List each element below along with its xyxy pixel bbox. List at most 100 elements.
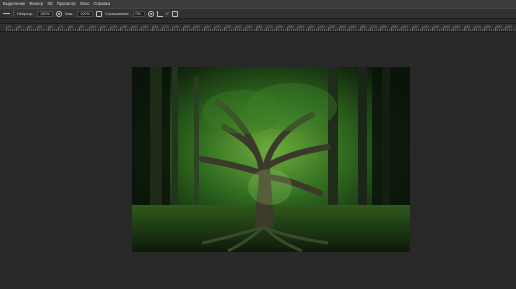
ruler-tick	[207, 29, 209, 31]
ruler-tick	[182, 27, 184, 31]
ruler-tick	[218, 29, 220, 31]
ruler-tick	[151, 27, 153, 31]
ruler-tick	[143, 29, 145, 31]
ruler-tick	[184, 29, 186, 31]
opacity-field[interactable]: 100%	[37, 10, 53, 17]
ruler-tick	[407, 29, 409, 31]
smoothing-field[interactable]: 0%	[132, 10, 145, 17]
ruler-tick	[484, 27, 486, 31]
ruler-tick	[357, 29, 359, 31]
ruler-tick	[82, 29, 84, 31]
ruler-tick	[195, 29, 197, 31]
ruler-tick	[263, 29, 265, 31]
smoothing-settings-icon[interactable]	[147, 10, 154, 17]
ruler-tick	[490, 29, 492, 31]
ruler-tick	[95, 29, 97, 31]
airbrush-icon[interactable]	[96, 10, 103, 17]
ruler-tick	[164, 29, 166, 31]
ruler-tick	[49, 29, 51, 31]
ruler-tick	[305, 29, 307, 31]
ruler-tick	[409, 29, 411, 31]
ruler-tick	[334, 29, 336, 31]
ruler-tick	[311, 29, 313, 31]
ruler-tick	[440, 29, 442, 31]
ruler-tick	[18, 29, 20, 31]
ruler-tick	[259, 29, 261, 31]
ruler-tick	[80, 29, 82, 31]
ruler-tick	[149, 29, 151, 31]
ruler-tick	[12, 29, 14, 31]
ruler-tick	[266, 27, 267, 31]
ruler-tick	[336, 29, 338, 31]
ruler-tick	[299, 29, 301, 31]
ruler-tick	[318, 27, 319, 31]
ruler-tick	[307, 27, 309, 31]
ruler-tick	[486, 29, 488, 31]
menu-window[interactable]: Окно	[80, 0, 90, 8]
ruler-tick	[157, 29, 159, 31]
ruler-tick	[278, 29, 280, 31]
horizontal-ruler[interactable]: 20 30 40 50 60 70 80 90 100 110 120 130 140 150 160 170…	[0, 24, 516, 32]
ruler-tick	[309, 29, 311, 31]
ruler-tick	[324, 29, 326, 31]
canvas-image[interactable]	[132, 67, 410, 252]
ruler-tick	[120, 27, 122, 31]
ruler-tick	[234, 27, 236, 31]
ruler-tick	[253, 29, 255, 31]
ruler-tick	[326, 29, 328, 31]
ruler-tick	[365, 29, 367, 31]
ruler-tick	[72, 29, 74, 31]
ruler-tick	[172, 27, 174, 31]
ruler-tick	[405, 29, 407, 31]
opacity-label: Непрозр.:	[17, 11, 35, 16]
ruler-tick	[180, 29, 182, 31]
ruler-tick	[241, 29, 243, 31]
menu-select[interactable]: Выделение	[3, 0, 25, 8]
ruler-tick	[384, 29, 386, 31]
ruler-tick	[386, 29, 388, 31]
ruler-tick	[211, 29, 213, 31]
ruler-tick	[449, 29, 451, 31]
ruler-tick	[26, 27, 28, 31]
ruler-tick	[280, 29, 282, 31]
ruler-tick	[126, 29, 128, 31]
ruler-tick	[41, 29, 43, 31]
pressure-size-icon[interactable]	[172, 10, 179, 17]
ruler-tick	[353, 29, 355, 31]
ruler-tick	[313, 29, 315, 31]
ruler-tick	[199, 29, 201, 31]
ruler-tick	[401, 27, 403, 31]
ruler-tick	[93, 29, 95, 31]
ruler-tick	[147, 29, 149, 31]
ruler-tick	[453, 27, 455, 31]
ruler-tick	[137, 29, 139, 31]
menu-view[interactable]: Просмотр	[57, 0, 76, 8]
ruler-tick	[342, 29, 344, 31]
pressure-opacity-icon[interactable]	[55, 10, 62, 17]
ruler-tick	[238, 29, 240, 31]
ruler-tick	[422, 27, 423, 31]
ruler-tick	[20, 29, 22, 31]
ruler-tick	[170, 29, 172, 31]
flow-field[interactable]: 100%	[77, 10, 94, 17]
ruler-tick	[8, 29, 10, 31]
menu-filter[interactable]: Фильтр	[29, 0, 43, 8]
ruler-tick	[509, 29, 511, 31]
ruler-tick	[374, 29, 376, 31]
tool-preset-icon[interactable]	[3, 11, 10, 16]
ruler-tick	[101, 29, 103, 31]
menu-3d[interactable]: 3D	[47, 0, 52, 8]
angle-value[interactable]: 0°	[166, 12, 170, 16]
ruler-tick	[505, 27, 507, 31]
ruler-tick	[507, 29, 509, 31]
ruler-tick	[66, 29, 68, 31]
ruler-tick	[286, 27, 288, 31]
ruler-tick	[97, 29, 99, 31]
ruler-tick	[47, 27, 49, 31]
ruler-tick	[245, 27, 247, 31]
ruler-tick	[451, 29, 453, 31]
ruler-tick	[474, 27, 475, 31]
menu-help[interactable]: Справка	[94, 0, 110, 8]
ruler-tick	[28, 29, 30, 31]
ruler-tick	[457, 29, 459, 31]
